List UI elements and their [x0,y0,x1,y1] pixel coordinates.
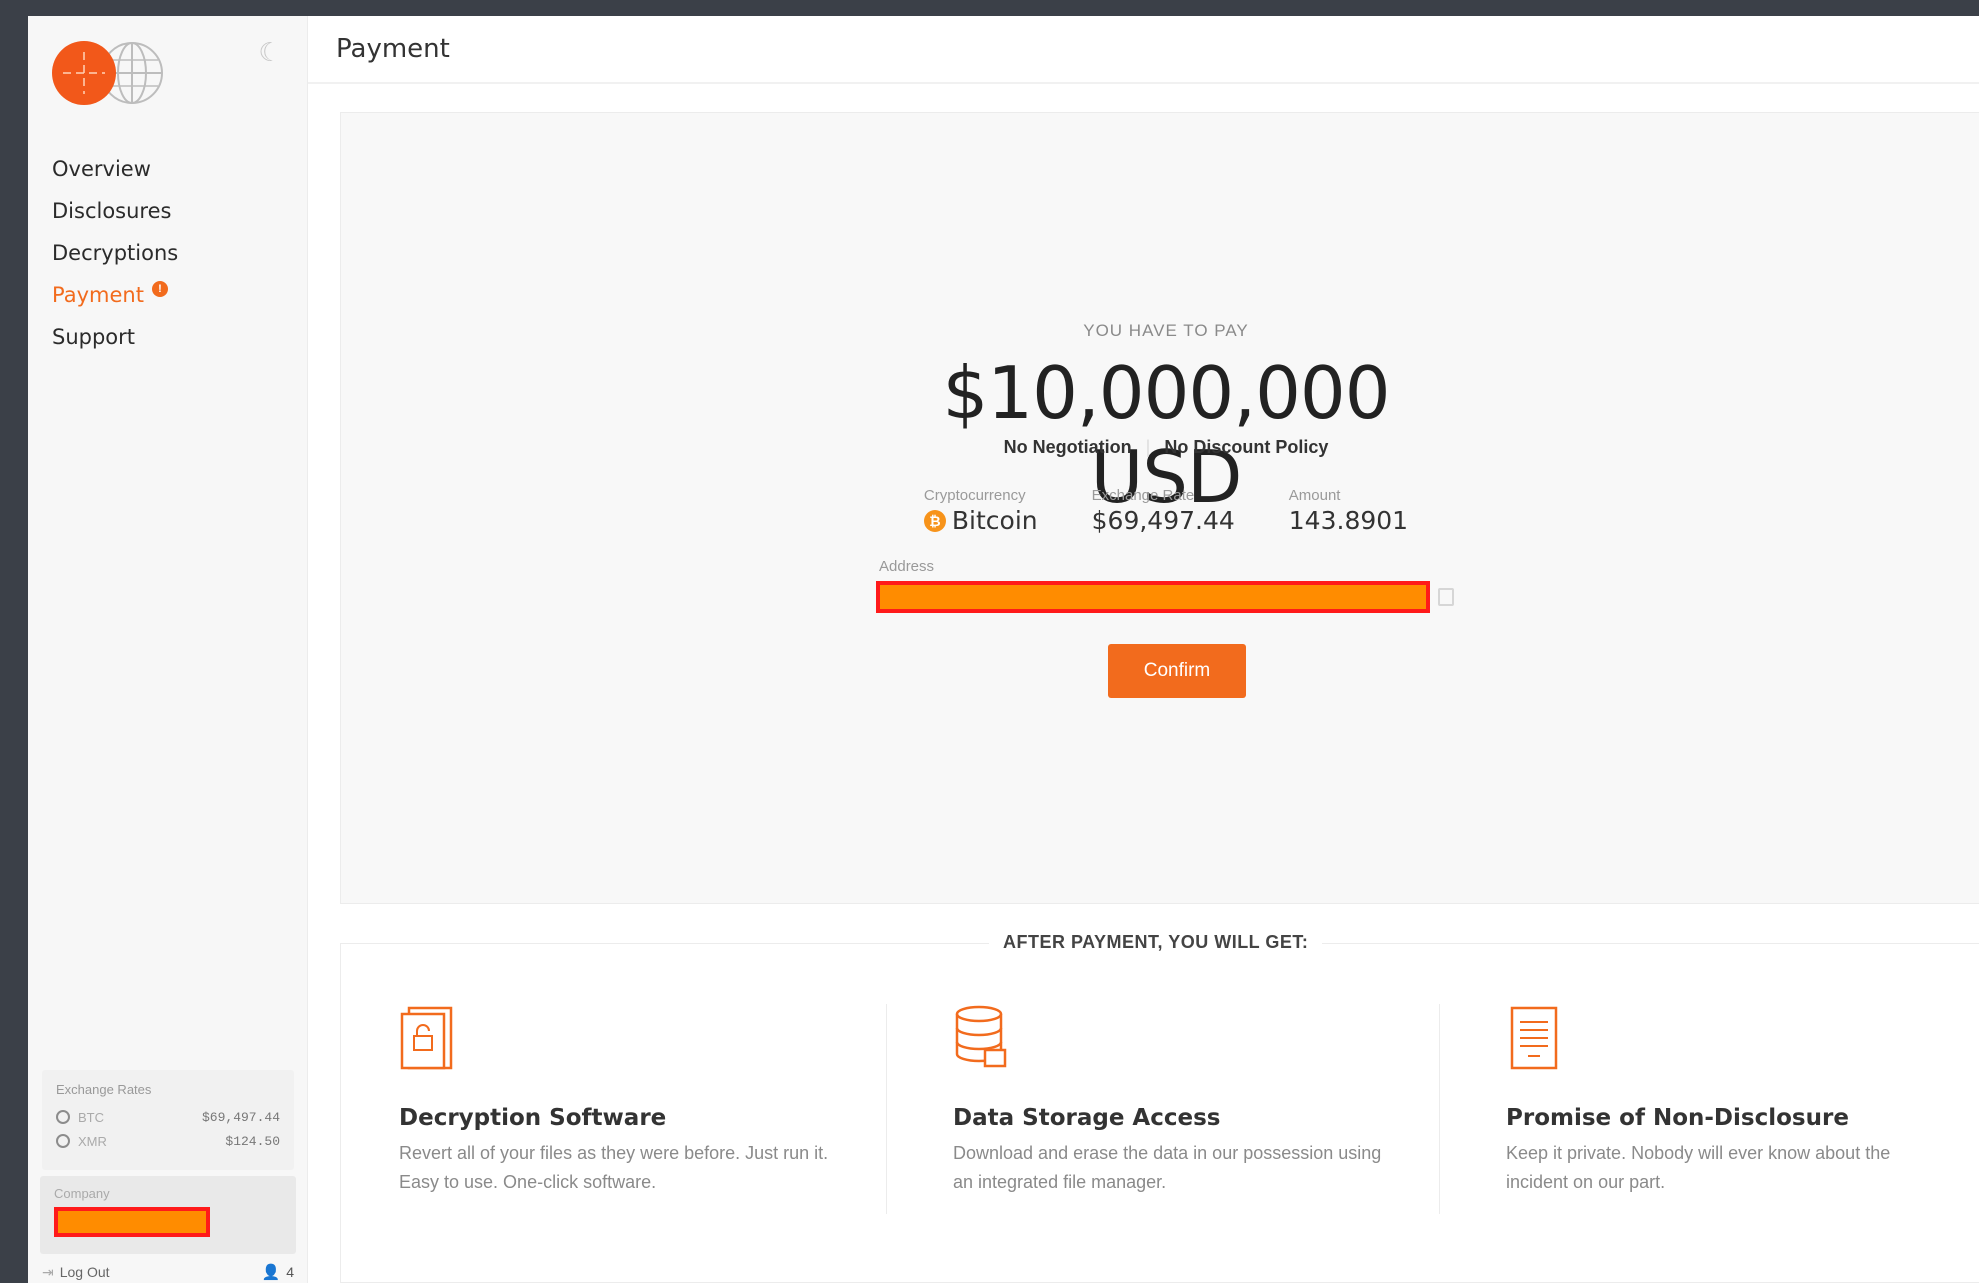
crypto-amount-info: Amount 143.8901 [1289,487,1408,535]
xmr-coin-icon [56,1134,70,1148]
payment-panel: YOU HAVE TO PAY $10,000,000 USD No Negot… [340,112,1979,904]
company-panel: Company [40,1176,296,1254]
feature-divider [1439,1004,1440,1214]
feature-non-disclosure: Promise of Non-Disclosure Keep it privat… [1506,1004,1936,1197]
cryptocurrency-info: Cryptocurrency ₿ Bitcoin [923,487,1038,535]
policy-no-discount: No Discount Policy [1164,437,1329,457]
page-header: Payment [308,16,1979,84]
address-label: Address [879,558,935,575]
sidebar-item-disclosures[interactable]: Disclosures [52,190,178,232]
rate-row-btc: BTC $69,497.44 [56,1105,280,1129]
policy-no-negotiation: No Negotiation [1003,437,1132,457]
copy-icon[interactable] [1438,588,1454,606]
sidebar-item-label: Overview [52,157,151,181]
notification-badge: ! [152,281,168,297]
document-icon [1510,1006,1558,1070]
confirm-button[interactable]: Confirm [1108,644,1246,698]
bitcoin-icon: ₿ [923,509,946,532]
feature-description: Download and erase the data in our posse… [953,1143,1382,1192]
logout-button[interactable]: ⇥ Log Out [42,1264,110,1281]
exchange-rate-info: Exchange Rate $69,497.44 [1092,487,1235,535]
rate-coin: XMR [78,1133,107,1149]
after-payment-title: AFTER PAYMENT, YOU WILL GET: [989,932,1323,953]
sidebar-item-label: Disclosures [52,199,172,223]
sidebar-item-support[interactable]: Support [52,316,178,358]
database-icon [955,1005,1007,1068]
address-field-redacted[interactable] [876,581,1430,613]
users-icon: 👤 [261,1264,281,1281]
pay-prompt: YOU HAVE TO PAY [1083,321,1249,340]
sidebar-item-decryptions[interactable]: Decryptions [52,232,178,274]
decryption-file-icon [400,1006,453,1070]
policy-separator: | [1145,437,1151,457]
company-label: Company [54,1186,110,1201]
feature-divider [886,1004,887,1214]
feature-title: Promise of Non-Disclosure [1506,1105,1849,1131]
crypto-details: Cryptocurrency ₿ Bitcoin Exchange Rate $6… [876,487,1456,535]
btc-coin-icon [56,1110,70,1124]
company-name-redacted [54,1207,210,1237]
feature-description: Keep it private. Nobody will ever know a… [1506,1143,1891,1192]
sidebar-item-label: Payment [52,283,144,307]
rate-value: $124.50 [225,1133,280,1149]
app-window: ☾ Overview Disclosures Decryptions Payme… [28,16,1979,1283]
users-count: 4 [286,1264,294,1280]
sidebar-item-label: Decryptions [52,241,179,265]
rate-value: $69,497.44 [201,1109,280,1125]
crypto-amount-label: Amount [1288,487,1341,504]
logout-icon: ⇥ [42,1263,54,1280]
exchange-rate-label: Exchange Rate [1091,487,1195,504]
feature-description: Revert all of your files as they were be… [399,1143,829,1192]
moon-icon[interactable]: ☾ [254,36,286,68]
sidebar-nav: Overview Disclosures Decryptions Payment… [52,148,178,358]
address-row [876,581,1456,613]
logout-label: Log Out [59,1264,110,1280]
exchange-rates-title: Exchange Rates [56,1082,152,1097]
after-payment-panel: AFTER PAYMENT, YOU WILL GET: Decryption … [340,932,1979,1283]
crypto-amount-value: 143.8901 [1288,506,1409,535]
sidebar: ☾ Overview Disclosures Decryptions Payme… [28,16,308,1283]
main-content: Payment YOU HAVE TO PAY $10,000,000 USD … [308,16,1979,1283]
feature-decryption-software: Decryption Software Revert all of your f… [399,1004,829,1197]
rate-row-xmr: XMR $124.50 [56,1129,280,1153]
logo [52,41,163,105]
cryptocurrency-label: Cryptocurrency [923,487,1026,504]
users-indicator: 👤 4 [262,1263,294,1281]
sidebar-item-label: Support [52,325,136,349]
exchange-rate-value: $69,497.44 [1091,506,1235,535]
page-title: Payment [336,34,450,64]
exchange-rates-panel: Exchange Rates BTC $69,497.44 XMR $124.5… [42,1070,294,1170]
policy-line: No Negotiation | No Discount Policy [876,437,1456,458]
sidebar-item-payment[interactable]: Payment! [52,274,178,316]
feature-title: Decryption Software [399,1105,667,1131]
feature-title: Data Storage Access [953,1105,1221,1131]
feature-data-storage-access: Data Storage Access Download and erase t… [953,1004,1383,1197]
sidebar-item-overview[interactable]: Overview [52,148,178,190]
sidebar-footer: ⇥ Log Out 👤 4 [42,1263,294,1282]
cryptocurrency-value: Bitcoin [951,506,1038,535]
rate-coin: BTC [78,1109,104,1125]
